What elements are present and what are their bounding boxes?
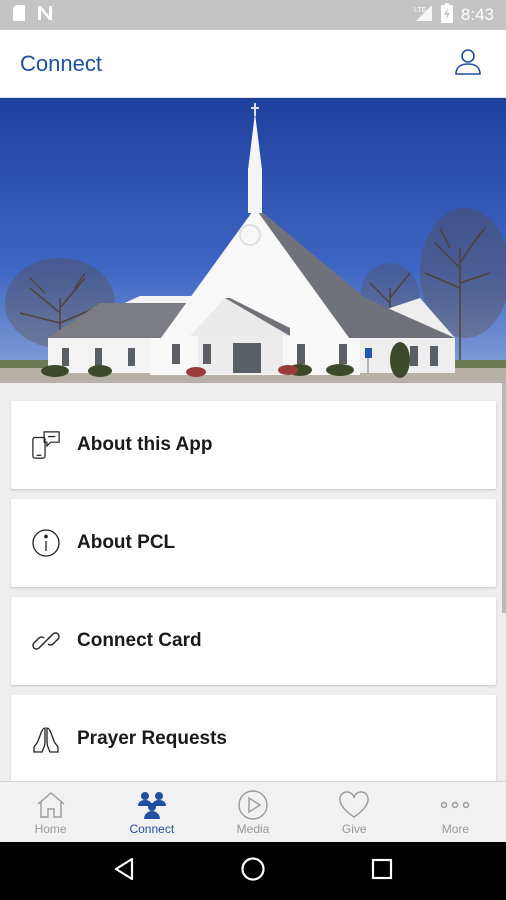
praying-hands-icon	[31, 723, 61, 755]
nav-label: Media	[236, 821, 270, 836]
nav-item-media[interactable]: Media	[202, 782, 303, 842]
page-title: Connect	[20, 50, 102, 76]
hero-image	[0, 98, 506, 383]
status-time: 8:43	[460, 5, 494, 24]
scrollbar[interactable]	[502, 383, 506, 613]
play-circle-icon	[236, 789, 270, 821]
link-icon	[31, 625, 61, 657]
menu-item-label: Prayer Requests	[77, 728, 227, 749]
nav-item-home[interactable]: Home	[0, 782, 101, 842]
menu-item-prayer-requests[interactable]: Prayer Requests	[11, 695, 496, 781]
app-screen: LTE 8:43 Connect About this App About PC…	[0, 0, 506, 900]
status-bar: LTE 8:43	[0, 0, 506, 30]
signal-lte-icon: LTE	[413, 4, 433, 27]
more-dots-icon	[438, 789, 472, 821]
info-icon	[31, 527, 61, 559]
user-profile-icon	[453, 46, 483, 81]
nav-label: Give	[341, 821, 367, 836]
profile-button[interactable]	[450, 46, 486, 82]
menu-item-label: About this App	[77, 434, 213, 455]
nav-item-give[interactable]: Give	[304, 782, 405, 842]
battery-icon	[440, 2, 453, 28]
menu-item-about-pcl[interactable]: About PCL	[11, 499, 496, 587]
svg-text:LTE: LTE	[414, 7, 427, 14]
heart-icon	[337, 789, 371, 821]
sd-card-icon	[12, 4, 26, 27]
home-system-button[interactable]	[233, 851, 273, 891]
mobile-chat-icon	[31, 429, 61, 461]
menu-item-label: About PCL	[77, 532, 176, 553]
menu-item-connect-card[interactable]: Connect Card	[11, 597, 496, 685]
menu-item-label: Connect Card	[77, 630, 202, 651]
people-icon	[135, 789, 169, 821]
bottom-nav: Home Connect Media Give More	[0, 781, 506, 842]
recents-square-icon	[371, 858, 393, 885]
menu-item-about-app[interactable]: About this App	[11, 401, 496, 489]
recents-button[interactable]	[362, 851, 402, 891]
home-circle-icon	[240, 856, 266, 887]
nav-item-connect[interactable]: Connect	[101, 782, 202, 842]
back-icon	[113, 857, 135, 886]
app-bar: Connect	[0, 30, 506, 98]
menu-list[interactable]: About this App About PCL Connect Card Pr…	[0, 383, 506, 781]
back-button[interactable]	[104, 851, 144, 891]
home-icon	[34, 789, 68, 821]
nav-label: Connect	[129, 821, 175, 836]
nav-label: More	[441, 821, 470, 836]
system-nav-bar	[0, 842, 506, 900]
notification-n-icon	[36, 5, 54, 26]
nav-label: Home	[34, 821, 67, 836]
nav-item-more[interactable]: More	[405, 782, 506, 842]
